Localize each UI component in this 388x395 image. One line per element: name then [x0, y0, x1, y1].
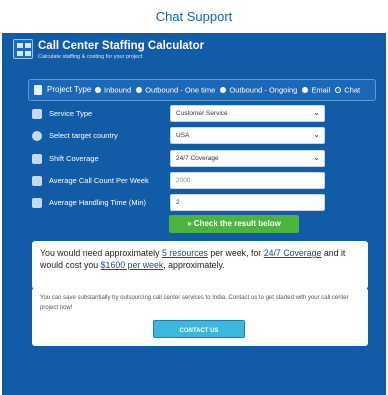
- project-type-group: Project Type Inbound Outbound - One time…: [28, 79, 376, 101]
- radio-inbound[interactable]: Inbound: [95, 85, 131, 95]
- page-title: Chat Support: [155, 9, 233, 24]
- handling-time-label: Average Handling Time (Min): [49, 198, 146, 207]
- call-count-input[interactable]: 2000: [170, 172, 325, 189]
- cost-value: $1600 per week: [100, 260, 164, 270]
- list-icon: [32, 109, 42, 119]
- result-box: You would need approximately 5 resources…: [32, 241, 368, 289]
- cta-box: You can save substantially by outsourcin…: [32, 288, 368, 346]
- radio-outbound-ongoing[interactable]: Outbound - Ongoing: [220, 85, 297, 95]
- chevron-down-icon: ⌄: [313, 153, 320, 162]
- country-row: Select target country USA ⌄: [30, 127, 330, 145]
- contact-us-button[interactable]: CONTACT US: [153, 320, 245, 338]
- globe-icon: [32, 131, 42, 141]
- project-type-label: Project Type: [47, 85, 92, 94]
- calculator-subtitle: Calculate staffing & costing for your pr…: [38, 54, 143, 60]
- cta-text: You can save substantially by outsourcin…: [40, 295, 349, 311]
- resources-value: 5 resources: [161, 248, 208, 258]
- radio-chat[interactable]: Chat: [335, 85, 360, 95]
- call-count-row: Average Call Count Per Week 2000: [30, 172, 330, 190]
- service-type-select[interactable]: Customer Service ⌄: [170, 105, 325, 122]
- radio-dot-icon: [136, 87, 143, 94]
- shift-label: Shift Coverage: [49, 154, 99, 163]
- chevron-down-icon: ⌄: [313, 108, 320, 117]
- radio-dot-icon: [95, 87, 101, 94]
- country-label: Select target country: [49, 131, 118, 140]
- handling-time-row: Average Handling Time (Min) 2: [30, 194, 330, 212]
- chevron-down-icon: ⌄: [313, 130, 320, 139]
- service-type-label: Service Type: [49, 109, 93, 118]
- check-result-button[interactable]: » Check the result below: [169, 215, 299, 233]
- calendar-icon: [32, 154, 42, 164]
- service-type-row: Service Type Customer Service ⌄: [30, 105, 330, 123]
- calculator-title: Call Center Staffing Calculator: [38, 40, 205, 52]
- project-type-options: Inbound Outbound - One time Outbound - O…: [95, 85, 363, 95]
- radio-selected-icon: [335, 87, 342, 94]
- call-count-label: Average Call Count Per Week: [49, 176, 149, 185]
- country-select[interactable]: USA ⌄: [170, 127, 325, 144]
- handling-time-input[interactable]: 2: [170, 194, 325, 211]
- radio-dot-icon: [302, 87, 309, 94]
- calculator-icon: [13, 39, 33, 59]
- coverage-value: 24/7 Coverage: [263, 248, 322, 258]
- radio-dot-icon: [220, 87, 227, 94]
- hourglass-icon: [32, 198, 42, 208]
- radio-outbound-one-time[interactable]: Outbound - One time: [136, 85, 215, 95]
- document-icon: [34, 85, 42, 95]
- phone-icon: [32, 176, 42, 186]
- staffing-calculator: Call Center Staffing Calculator Calculat…: [2, 33, 386, 395]
- shift-row: Shift Coverage 24/7 Coverage ⌄: [30, 150, 330, 168]
- radio-email[interactable]: Email: [302, 85, 330, 95]
- shift-select[interactable]: 24/7 Coverage ⌄: [170, 150, 325, 167]
